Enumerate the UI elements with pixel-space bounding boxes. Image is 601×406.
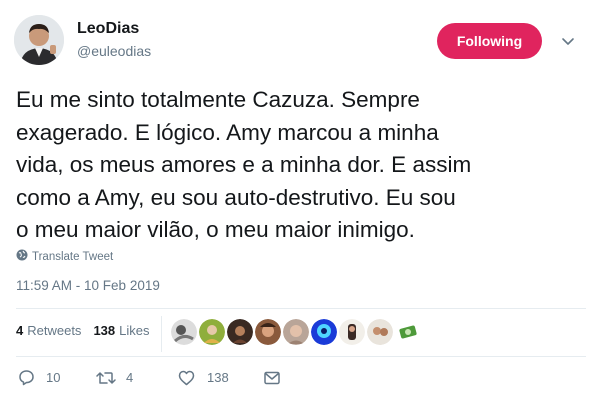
reply-button[interactable]: 10 bbox=[16, 369, 96, 386]
liker-avatar[interactable] bbox=[227, 319, 253, 345]
retweet-icon bbox=[96, 370, 116, 386]
divider bbox=[16, 308, 586, 309]
liker-avatar[interactable] bbox=[339, 319, 365, 345]
like-count: 138 bbox=[207, 370, 229, 385]
translate-tweet-label: Translate Tweet bbox=[32, 250, 114, 263]
liker-avatar[interactable] bbox=[395, 319, 421, 345]
chevron-down-icon[interactable] bbox=[561, 34, 575, 48]
like-button[interactable]: 138 bbox=[176, 370, 260, 386]
avatar[interactable] bbox=[14, 15, 64, 65]
liker-avatar[interactable] bbox=[311, 319, 337, 345]
globe-icon bbox=[16, 249, 28, 264]
liker-avatar[interactable] bbox=[283, 319, 309, 345]
likes-label: Likes bbox=[119, 323, 150, 338]
divider bbox=[16, 356, 586, 357]
retweets-count: 4 bbox=[16, 323, 24, 338]
retweet-count: 4 bbox=[126, 370, 134, 385]
liker-avatar[interactable] bbox=[255, 319, 281, 345]
following-button[interactable]: Following bbox=[437, 23, 542, 59]
direct-message-button[interactable] bbox=[264, 371, 280, 385]
liker-avatar[interactable] bbox=[171, 319, 197, 345]
retweet-button[interactable]: 4 bbox=[96, 370, 176, 386]
tweet-text: Eu me sinto totalmente Cazuza. Sempre ex… bbox=[16, 84, 586, 247]
tweet-text-line: vida, os meus amores e a minha dor. E as… bbox=[16, 152, 472, 177]
reply-icon bbox=[18, 369, 35, 386]
tweet-actions: 10 4 138 bbox=[16, 369, 280, 386]
reply-count: 10 bbox=[46, 370, 61, 385]
likes-stat[interactable]: 138 Likes bbox=[93, 323, 149, 338]
heart-icon bbox=[178, 370, 195, 386]
retweets-stat[interactable]: 4 Retweets bbox=[16, 323, 81, 338]
liker-avatars bbox=[171, 319, 423, 345]
tweet-stats: 4 Retweets 138 Likes bbox=[16, 323, 150, 338]
tweet-text-line: exagerado. E lógico. Amy marcou a minha bbox=[16, 119, 439, 145]
tweet-text-line: como a Amy, eu sou auto-destrutivo. Eu s… bbox=[16, 184, 456, 210]
retweets-label: Retweets bbox=[27, 323, 82, 338]
divider bbox=[161, 316, 162, 352]
tweet-timestamp[interactable]: 11:59 AM - 10 Feb 2019 bbox=[16, 278, 160, 293]
author-handle[interactable]: @euleodias bbox=[77, 43, 151, 59]
tweet-text-line: Eu me sinto totalmente Cazuza. Sempre bbox=[16, 87, 420, 112]
author-name[interactable]: LeoDias bbox=[77, 20, 139, 38]
liker-avatar[interactable] bbox=[367, 319, 393, 345]
tweet-text-line: o meu maior vilão, o meu maior inimigo. bbox=[16, 217, 415, 242]
translate-tweet-link[interactable]: Translate Tweet bbox=[16, 249, 113, 264]
envelope-icon bbox=[264, 371, 280, 385]
liker-avatar[interactable] bbox=[199, 319, 225, 345]
likes-count: 138 bbox=[93, 323, 116, 338]
